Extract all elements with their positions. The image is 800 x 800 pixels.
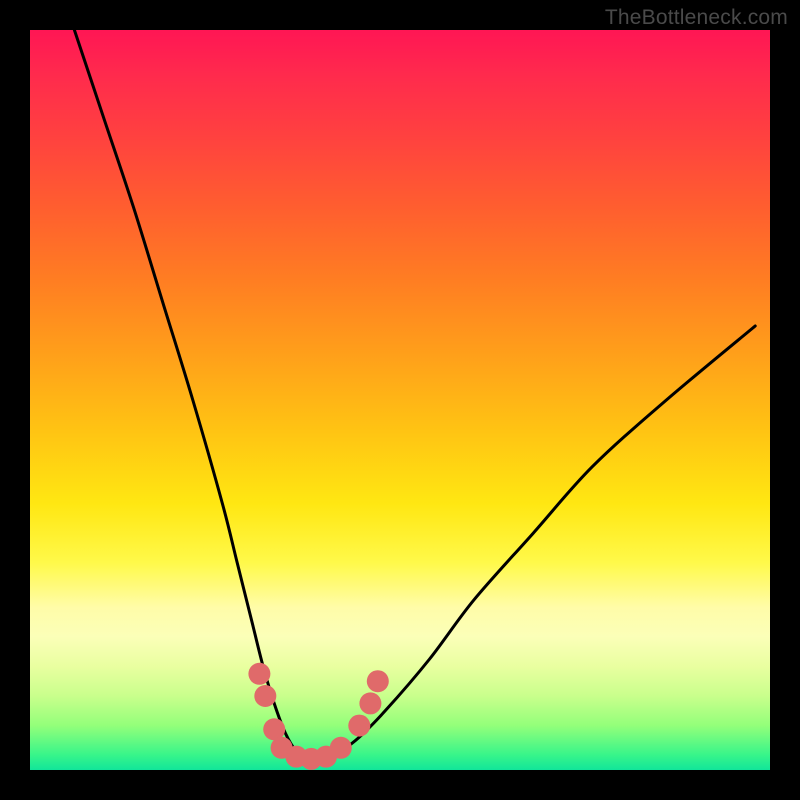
bottleneck-curve <box>74 30 755 760</box>
highlight-marker <box>367 670 389 692</box>
highlight-marker <box>330 737 352 759</box>
watermark-text: TheBottleneck.com <box>605 6 788 30</box>
chart-frame: TheBottleneck.com <box>0 0 800 800</box>
highlight-marker <box>359 692 381 714</box>
plot-area <box>30 30 770 770</box>
highlight-marker <box>248 663 270 685</box>
highlight-markers <box>248 663 388 770</box>
curve-svg <box>30 30 770 770</box>
highlight-marker <box>254 685 276 707</box>
highlight-marker <box>348 715 370 737</box>
